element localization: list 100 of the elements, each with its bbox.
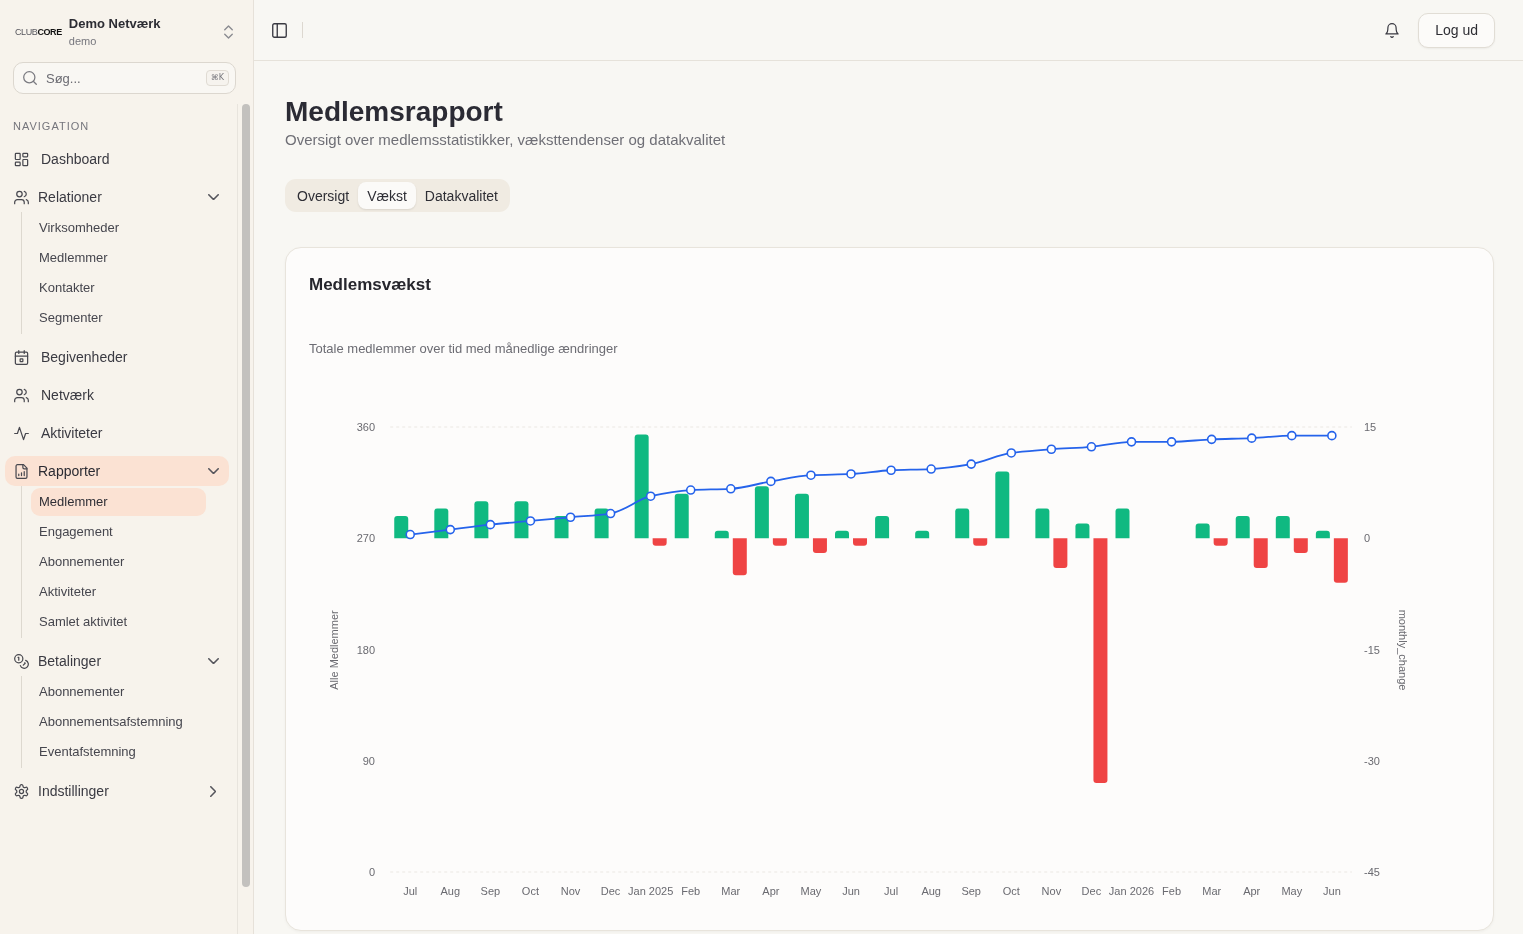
data-point xyxy=(1246,433,1257,443)
chevron-down-icon[interactable] xyxy=(207,193,219,201)
axis-tick-label: Nov xyxy=(1041,885,1062,897)
axis-tick-label: 360 xyxy=(356,421,375,433)
chart-bar xyxy=(1253,538,1268,568)
data-point xyxy=(1126,437,1137,447)
axis-tick-label: Feb xyxy=(681,885,701,897)
nav-item[interactable]: Dashboard xyxy=(5,144,229,174)
data-point xyxy=(926,464,936,474)
axis-tick-label: Jun xyxy=(1323,885,1341,897)
data-point xyxy=(485,519,496,530)
calendar-icon xyxy=(14,349,29,365)
data-point xyxy=(565,512,576,523)
chart-bar xyxy=(714,530,729,539)
grid-icon xyxy=(14,151,29,167)
nav-subitem[interactable]: Aktiviteter xyxy=(31,578,206,606)
pulse-icon xyxy=(14,425,29,441)
data-point xyxy=(846,469,856,479)
axis-tick-label: 15 xyxy=(1364,421,1377,433)
tab[interactable]: Vækst xyxy=(358,182,416,209)
nav-item[interactable]: Betalinger xyxy=(5,646,229,676)
chart-bar xyxy=(754,486,769,539)
nav-subitem[interactable]: Abonnementsafstemning xyxy=(31,708,206,736)
chart-bar xyxy=(514,501,529,539)
chart-bar xyxy=(674,493,689,539)
data-point xyxy=(525,516,536,526)
chart-bar xyxy=(1293,538,1308,554)
chart-bar xyxy=(875,516,890,539)
chart-bar xyxy=(995,471,1010,539)
axis-tick-label: -15 xyxy=(1364,643,1380,656)
axis-tick-label: -30 xyxy=(1364,754,1380,767)
data-point xyxy=(1006,448,1017,458)
axis-tick-label: Dec xyxy=(1081,885,1102,897)
axis-tick-label: 270 xyxy=(356,532,375,545)
axis-tick-label: 90 xyxy=(362,754,375,767)
data-point xyxy=(1046,444,1057,455)
data-point xyxy=(645,491,656,502)
nav-subitem[interactable]: Segmenter xyxy=(31,304,206,332)
chart-bar xyxy=(474,501,489,539)
nav-subitem[interactable]: Samlet aktivitet xyxy=(31,608,206,636)
tab[interactable]: Datakvalitet xyxy=(415,182,507,209)
card-description: Totale medlemmer over tid med månedlige ændringer xyxy=(309,341,618,356)
logo: CLUBCORE xyxy=(15,26,62,38)
axis-tick-label: Mar xyxy=(1202,885,1222,897)
nav-subitem[interactable]: Virksomheder xyxy=(31,214,206,242)
logout-button[interactable]: Log ud xyxy=(1418,12,1495,48)
chart-bar xyxy=(1333,538,1348,583)
panel-icon[interactable] xyxy=(272,22,287,38)
nav-subitem[interactable]: Eventafstemning xyxy=(31,738,206,766)
bell-icon[interactable] xyxy=(1385,22,1400,38)
data-point xyxy=(966,459,977,469)
chart-bar xyxy=(955,508,970,539)
chart-bar xyxy=(853,538,867,546)
nav-item[interactable]: Begivenheder xyxy=(5,342,229,372)
chevron-down-icon[interactable] xyxy=(207,657,219,665)
nav-subitem[interactable]: Kontakter xyxy=(31,274,206,302)
nav-subitem[interactable]: Abonnementer xyxy=(31,678,206,706)
chevron-down-icon[interactable] xyxy=(207,467,219,475)
workspace-name: Demo Netværk xyxy=(68,16,162,32)
nav-item[interactable]: Indstillinger xyxy=(5,776,229,806)
axis-tick-label: Apr xyxy=(1243,885,1261,897)
axis-tick-label: Aug xyxy=(921,885,941,897)
axis-tick-label: Feb xyxy=(1162,885,1182,897)
scrollbar-thumb[interactable] xyxy=(241,104,250,887)
axis-tick-label: May xyxy=(1281,885,1303,897)
axis-tick-label: Oct xyxy=(521,885,539,897)
chevrons-up-down-icon[interactable] xyxy=(224,25,233,39)
chart-bar xyxy=(1053,538,1068,568)
axis-title: Alle Medlemmer xyxy=(328,610,340,690)
nav-item[interactable]: Netværk xyxy=(5,380,229,410)
tab[interactable]: Oversigt xyxy=(288,182,359,209)
chart-bar xyxy=(1075,523,1090,539)
workspace-subtitle: demo xyxy=(68,34,98,48)
keyboard-shortcut: ⌘K xyxy=(205,70,229,86)
page-subtitle: Oversigt over medlemsstatistikker, væksttendenser og datakvalitet xyxy=(285,130,726,150)
nav-subitem[interactable]: Engagement xyxy=(31,518,206,546)
chart-bar xyxy=(812,538,827,554)
nav-subitem[interactable]: Abonnementer xyxy=(31,548,206,576)
nav-item[interactable]: Relationer xyxy=(5,182,229,212)
axis-title: monthly_change xyxy=(1397,609,1409,691)
axis-tick-label: Mar xyxy=(721,885,741,897)
chart-bar xyxy=(772,538,787,546)
chart-bar xyxy=(794,493,809,539)
chevron-right-icon[interactable] xyxy=(209,785,217,797)
nav-item[interactable]: Aktiviteter xyxy=(5,418,229,448)
nav-subitem[interactable]: Medlemmer xyxy=(31,488,206,516)
nav-subitem[interactable]: Medlemmer xyxy=(31,244,206,272)
chart-bar xyxy=(652,538,667,546)
users-icon xyxy=(14,387,29,403)
chart-bar xyxy=(394,516,409,539)
chart-bar xyxy=(434,508,449,539)
chart-bar xyxy=(835,530,849,539)
axis-tick-label: Apr xyxy=(762,885,780,897)
data-point xyxy=(405,529,416,540)
section-label: NAVIGATION xyxy=(13,119,90,134)
chart-bar xyxy=(1315,530,1330,539)
data-point xyxy=(605,508,616,519)
axis-tick-label: May xyxy=(800,885,822,897)
nav-item[interactable]: Rapporter xyxy=(5,456,229,486)
axis-tick-label: 180 xyxy=(356,643,375,656)
